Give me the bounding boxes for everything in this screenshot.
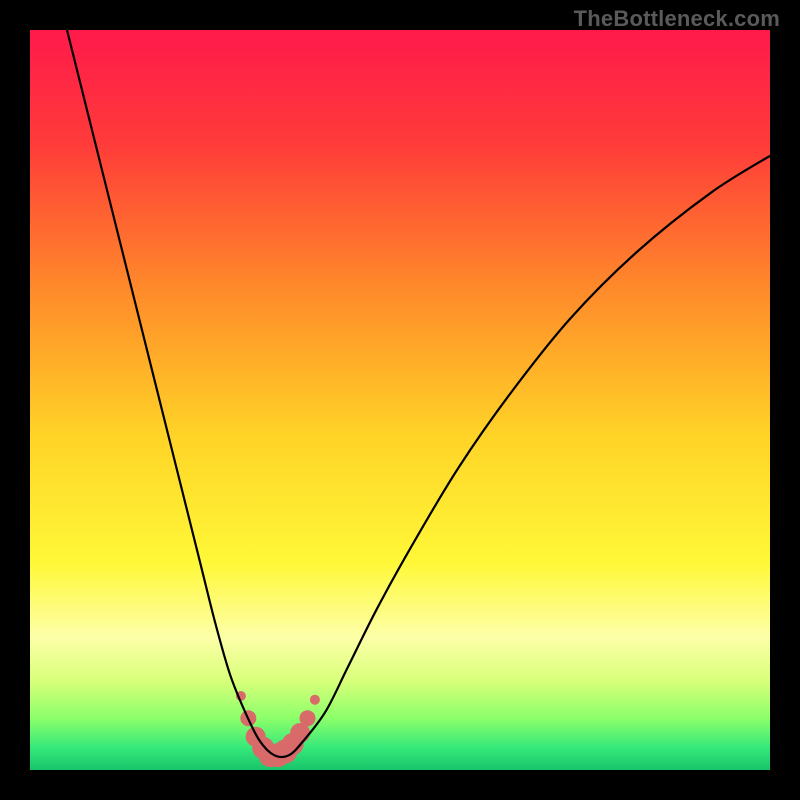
optimal-point [300, 710, 316, 726]
optimal-point [310, 695, 320, 705]
gradient-background [30, 30, 770, 770]
bottleneck-chart [30, 30, 770, 770]
chart-frame: TheBottleneck.com [0, 0, 800, 800]
plot-area [30, 30, 770, 770]
watermark-text: TheBottleneck.com [574, 6, 780, 32]
